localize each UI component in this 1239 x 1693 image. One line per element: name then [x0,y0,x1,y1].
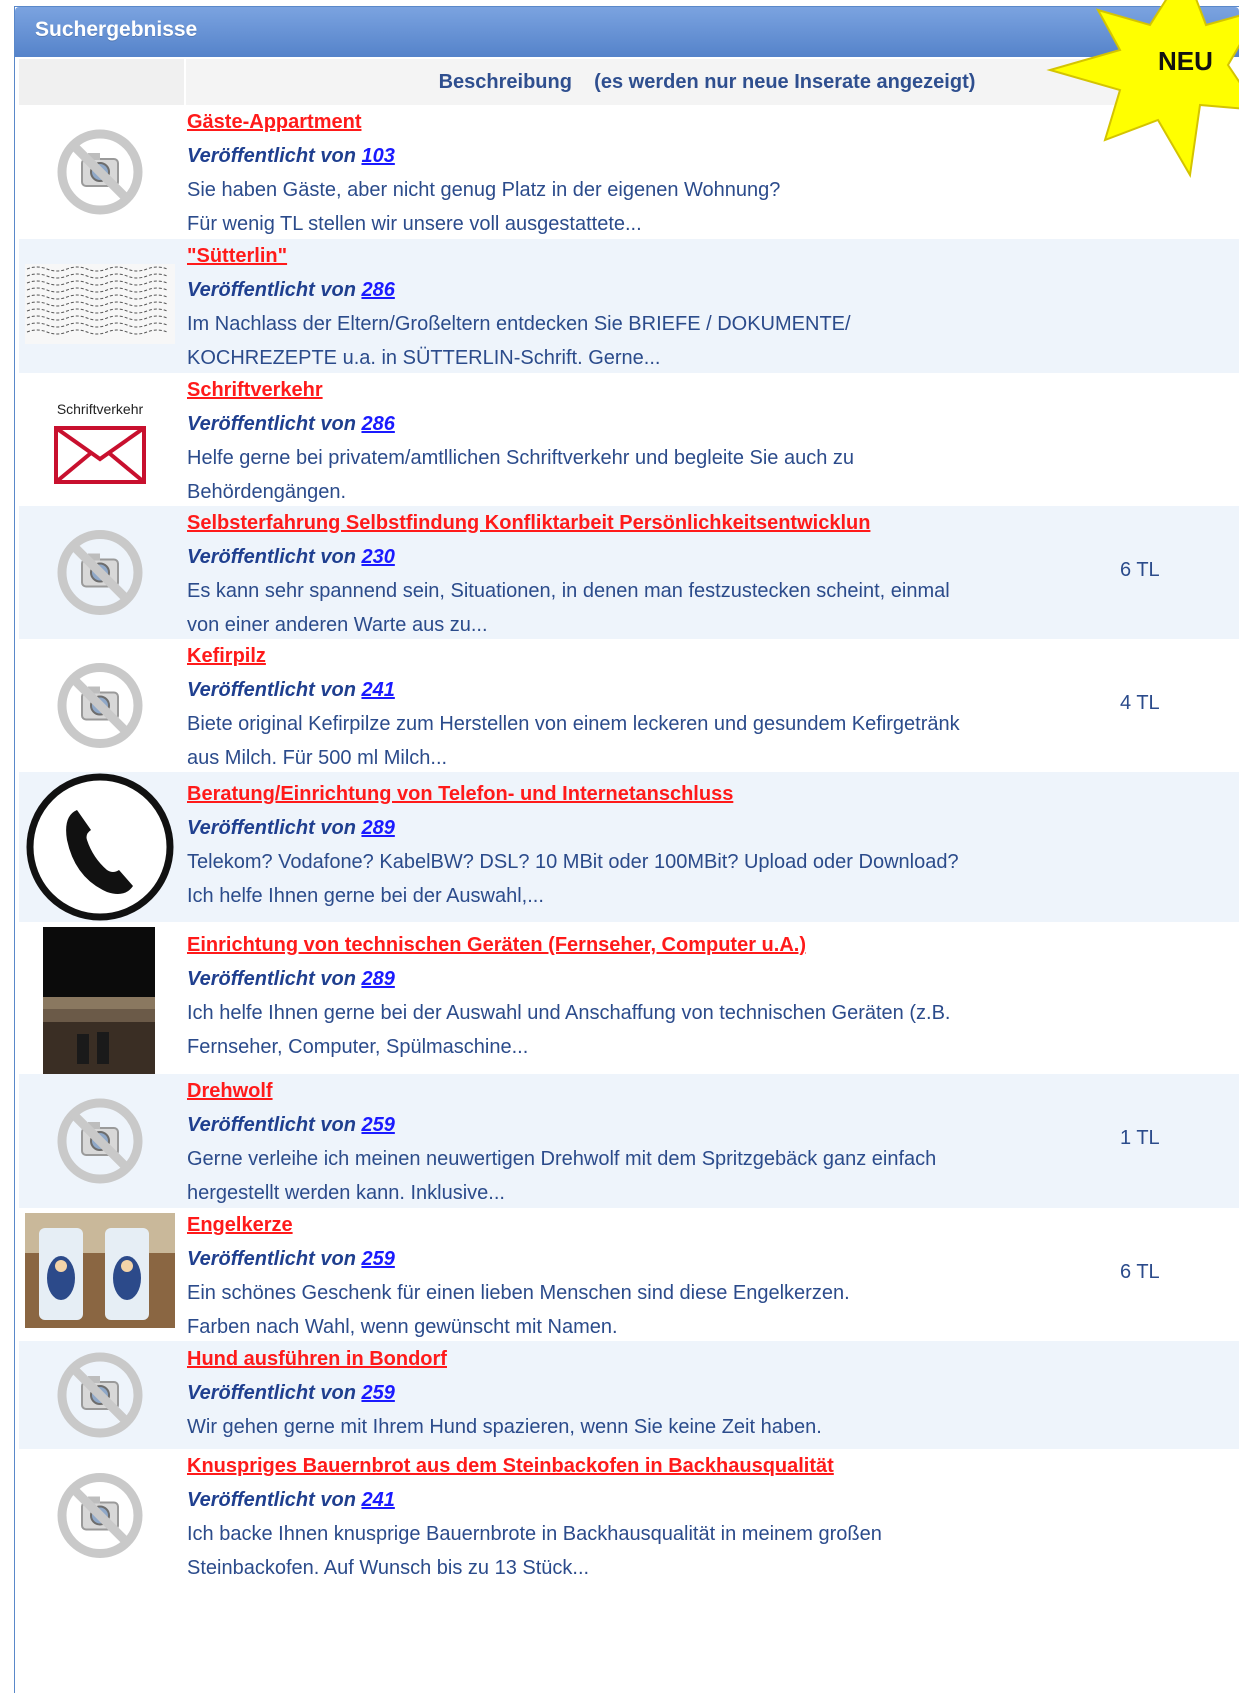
image-column-header [19,59,184,105]
description-line: aus Milch. Für 500 ml Milch... [187,747,448,769]
published-by-label: Veröffentlicht von [187,279,356,301]
description-line: Gerne verleihe ich meinen neuwertigen Dr… [187,1148,937,1170]
no-photo-icon[interactable] [25,1341,175,1449]
price-label: 6 TL [1120,559,1160,581]
price-label: 4 TL [1120,692,1160,714]
description-line: Ich helfe Ihnen gerne bei der Auswahl,..… [187,885,544,907]
tv-photo[interactable] [25,922,175,1075]
author-id-link[interactable]: 259 [361,1248,394,1270]
listing-title-link[interactable]: Drehwolf [187,1074,1127,1108]
no-photo-icon[interactable] [25,506,175,639]
description-line: Fernseher, Computer, Spülmaschine... [187,1036,529,1058]
result-row: "Sütterlin" Veröffentlicht von 286 Im Na… [19,239,1239,373]
published-by-label: Veröffentlicht von [187,1248,356,1270]
listing-title-link[interactable]: Einrichtung von technischen Geräten (Fer… [187,928,1127,962]
description-line: Es kann sehr spannend sein, Situationen,… [187,580,950,602]
result-row: Beratung/Einrichtung von Telefon- und In… [19,772,1239,922]
no-photo-icon[interactable] [25,105,175,239]
handwriting-image[interactable] [25,239,175,373]
listing-title-link[interactable]: "Sütterlin" [187,239,1127,273]
envelope-caption: Schriftverkehr [56,401,144,417]
price-label: 1 TL [1120,1127,1160,1149]
no-photo-icon[interactable] [25,1074,175,1208]
published-by-label: Veröffentlicht von [187,817,356,839]
description-line: Biete original Kefirpilze zum Herstellen… [187,713,960,735]
description-line: Farben nach Wahl, wenn gewünscht mit Nam… [187,1316,618,1338]
published-by-label: Veröffentlicht von [187,413,356,435]
listing-title-link[interactable]: Kefirpilz [187,639,1127,673]
description-line: Steinbackofen. Auf Wunsch bis zu 13 Stüc… [187,1557,590,1579]
candles-photo[interactable] [25,1208,175,1341]
description-line: Wir gehen gerne mit Ihrem Hund spazieren… [187,1416,822,1438]
description-line: Helfe gerne bei privatem/amtllichen Schr… [187,447,855,469]
new-badge-label: NEU [1158,46,1213,76]
envelope-icon[interactable]: Schriftverkehr [25,373,175,506]
description-line: Ich helfe Ihnen gerne bei der Auswahl un… [187,1002,951,1024]
listing-title-link[interactable]: Knuspriges Bauernbrot aus dem Steinbacko… [187,1449,1127,1483]
published-by-label: Veröffentlicht von [187,546,356,568]
listing-title-link[interactable]: Schriftverkehr [187,373,1127,407]
listing-title-link[interactable]: Beratung/Einrichtung von Telefon- und In… [187,777,1127,811]
new-badge-star-icon [1046,0,1239,178]
result-row: Schriftverkehr Schriftverkehr Veröffentl… [19,373,1239,506]
published-by-label: Veröffentlicht von [187,1382,356,1404]
result-row: Hund ausführen in Bondorf Veröffentlicht… [19,1341,1239,1449]
description-line: Telekom? Vodafone? KabelBW? DSL? 10 MBit… [187,851,959,873]
no-photo-icon[interactable] [25,1449,175,1582]
author-id-link[interactable]: 259 [361,1382,394,1404]
author-id-link[interactable]: 230 [361,546,394,568]
description-line: Sie haben Gäste, aber nicht genug Platz … [187,179,781,201]
listing-title-link[interactable]: Gäste-Appartment [187,105,1127,139]
author-id-link[interactable]: 286 [361,279,394,301]
result-row: Drehwolf Veröffentlicht von 259 Gerne ve… [19,1074,1239,1208]
result-row: Knuspriges Bauernbrot aus dem Steinbacko… [19,1449,1239,1582]
author-id-link[interactable]: 241 [361,679,394,701]
price-label: 6 TL [1120,1261,1160,1283]
listing-title-link[interactable]: Selbsterfahrung Selbstfindung Konfliktar… [187,506,1127,540]
description-line: Ich backe Ihnen knusprige Bauernbrote in… [187,1523,882,1545]
description-line: KOCHREZEPTE u.a. in SÜTTERLIN-Schrift. G… [187,347,661,369]
description-line: Im Nachlass der Eltern/Großeltern entdec… [187,313,851,335]
no-photo-icon[interactable] [25,639,175,772]
results-list: Gäste-Appartment Veröffentlicht von 103 … [19,105,1239,1582]
author-id-link[interactable]: 103 [361,145,394,167]
published-by-label: Veröffentlicht von [187,1114,356,1136]
author-id-link[interactable]: 289 [361,968,394,990]
description-line: von einer anderen Warte aus zu... [187,614,488,636]
phone-icon[interactable] [25,772,175,922]
author-id-link[interactable]: 289 [361,817,394,839]
published-by-label: Veröffentlicht von [187,679,356,701]
published-by-label: Veröffentlicht von [187,1489,356,1511]
author-id-link[interactable]: 259 [361,1114,394,1136]
description-line: Ein schönes Geschenk für einen lieben Me… [187,1282,850,1304]
published-by-label: Veröffentlicht von [187,145,356,167]
description-line: Für wenig TL stellen wir unsere voll aus… [187,213,642,235]
listing-title-link[interactable]: Engelkerze [187,1208,1127,1242]
author-id-link[interactable]: 286 [361,413,394,435]
result-row: Kefirpilz Veröffentlicht von 241 Biete o… [19,639,1239,772]
listing-title-link[interactable]: Hund ausführen in Bondorf [187,1342,1127,1376]
result-row: Einrichtung von technischen Geräten (Fer… [19,922,1239,1075]
author-id-link[interactable]: 241 [361,1489,394,1511]
result-row: Engelkerze Veröffentlicht von 259 Ein sc… [19,1208,1239,1341]
description-line: Behördengängen. [187,481,347,503]
description-line: hergestellt werden kann. Inklusive... [187,1182,505,1204]
result-row: Selbsterfahrung Selbstfindung Konfliktar… [19,506,1239,639]
published-by-label: Veröffentlicht von [187,968,356,990]
search-results-panel: Suchergebnisse Beschreibung (es werden n… [14,6,1239,1693]
